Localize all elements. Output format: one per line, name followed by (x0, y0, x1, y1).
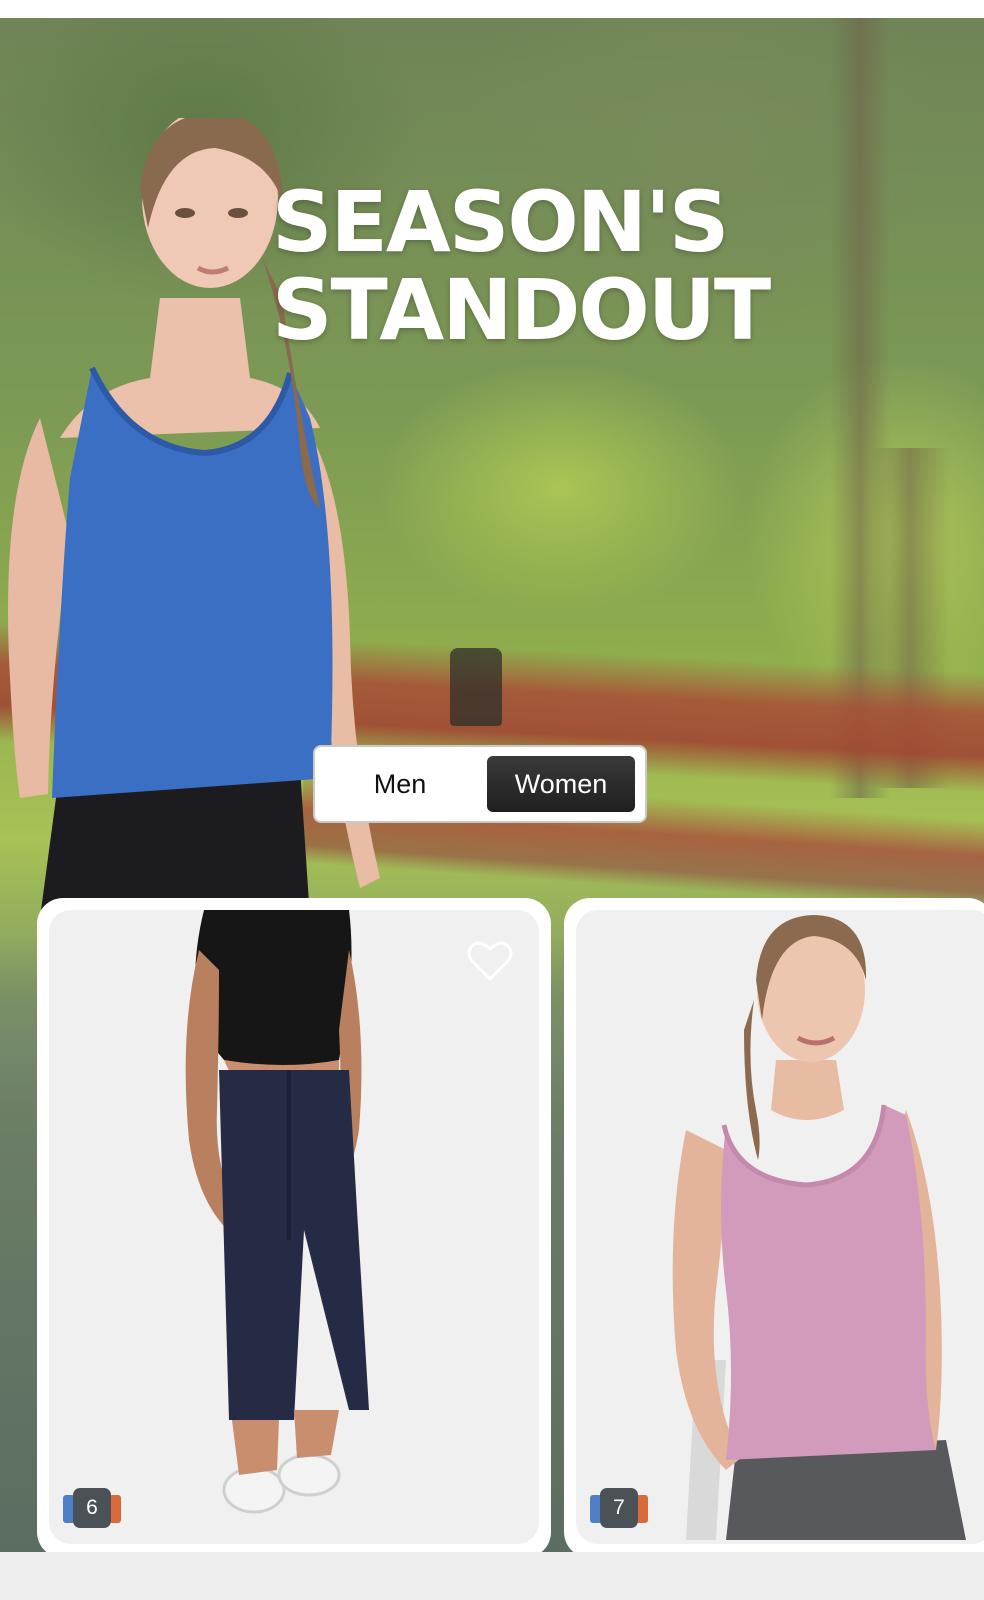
product-card[interactable]: 6 (37, 898, 551, 1558)
toggle-women-button[interactable]: Women (486, 756, 635, 812)
headline-line-2: STANDOUT (272, 261, 771, 359)
product-image-area[interactable]: 6 (49, 910, 539, 1544)
bottom-strip (0, 1552, 984, 1600)
headline-line-1: SEASON'S (272, 173, 729, 271)
colors-count: 6 (73, 1488, 111, 1528)
wishlist-heart-icon[interactable] (467, 940, 513, 982)
toggle-men-button[interactable]: Men (325, 756, 475, 812)
top-strip (0, 0, 984, 18)
product-image (185, 910, 369, 1514)
product-image (672, 915, 966, 1540)
trash-bin (450, 648, 502, 726)
hero-headline: SEASON'S STANDOUT (272, 173, 771, 359)
colors-count: 7 (600, 1488, 638, 1528)
color-variants-badge[interactable]: 6 (63, 1488, 123, 1528)
product-image-area[interactable]: 7 (576, 910, 984, 1544)
product-card[interactable]: 7 (564, 898, 984, 1558)
color-variants-badge[interactable]: 7 (590, 1488, 650, 1528)
gender-toggle[interactable]: Men Women (313, 745, 647, 823)
